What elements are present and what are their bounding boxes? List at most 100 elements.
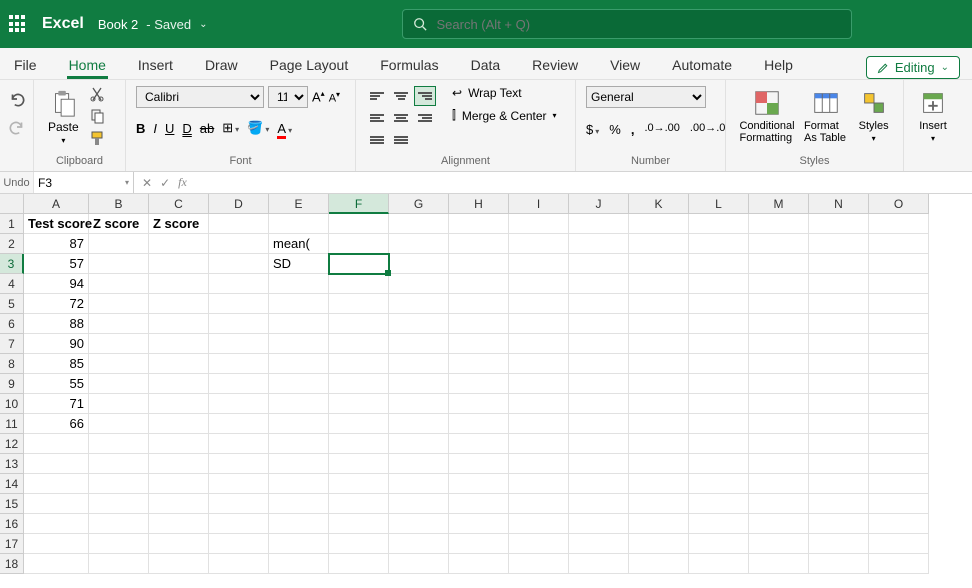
cell-K16[interactable] [629, 514, 689, 534]
cell-L2[interactable] [689, 234, 749, 254]
cell-I2[interactable] [509, 234, 569, 254]
row-header-7[interactable]: 7 [0, 334, 24, 354]
redo-icon[interactable] [8, 118, 26, 136]
cell-I18[interactable] [509, 554, 569, 574]
tab-insert[interactable]: Insert [136, 51, 175, 79]
cell-E6[interactable] [269, 314, 329, 334]
wrap-text-button[interactable]: ↩Wrap Text [452, 86, 557, 100]
cell-N11[interactable] [809, 414, 869, 434]
row-header-15[interactable]: 15 [0, 494, 24, 514]
row-header-6[interactable]: 6 [0, 314, 24, 334]
cell-H7[interactable] [449, 334, 509, 354]
cell-E15[interactable] [269, 494, 329, 514]
cell-H10[interactable] [449, 394, 509, 414]
comma-button[interactable]: , [631, 122, 635, 137]
cell-A15[interactable] [24, 494, 89, 514]
cell-D3[interactable] [209, 254, 269, 274]
row-header-18[interactable]: 18 [0, 554, 24, 574]
increase-font-icon[interactable]: A▴ [312, 89, 325, 104]
cell-C10[interactable] [149, 394, 209, 414]
conditional-formatting-button[interactable]: Conditional Formatting [736, 86, 798, 146]
cell-B6[interactable] [89, 314, 149, 334]
cell-H2[interactable] [449, 234, 509, 254]
cell-M7[interactable] [749, 334, 809, 354]
cell-F5[interactable] [329, 294, 389, 314]
cell-D12[interactable] [209, 434, 269, 454]
cell-C12[interactable] [149, 434, 209, 454]
cell-D6[interactable] [209, 314, 269, 334]
cell-K9[interactable] [629, 374, 689, 394]
increase-decimal-button[interactable]: .0→.00 [644, 122, 679, 137]
search-box[interactable] [402, 9, 852, 39]
cell-C4[interactable] [149, 274, 209, 294]
cell-I3[interactable] [509, 254, 569, 274]
cell-I13[interactable] [509, 454, 569, 474]
cell-A10[interactable]: 71 [24, 394, 89, 414]
cell-O1[interactable] [869, 214, 929, 234]
cell-L12[interactable] [689, 434, 749, 454]
cell-D1[interactable] [209, 214, 269, 234]
cell-J2[interactable] [569, 234, 629, 254]
underline-button[interactable]: U [165, 121, 174, 136]
cell-I16[interactable] [509, 514, 569, 534]
indent-increase[interactable] [390, 130, 412, 150]
cell-E2[interactable]: mean( [269, 234, 329, 254]
cell-C1[interactable]: Z score [149, 214, 209, 234]
cell-N14[interactable] [809, 474, 869, 494]
cell-G11[interactable] [389, 414, 449, 434]
italic-button[interactable]: I [153, 121, 157, 136]
cell-H8[interactable] [449, 354, 509, 374]
bold-button[interactable]: B [136, 121, 145, 136]
cell-B14[interactable] [89, 474, 149, 494]
cell-K11[interactable] [629, 414, 689, 434]
col-header-N[interactable]: N [809, 194, 869, 214]
cell-B15[interactable] [89, 494, 149, 514]
cell-M12[interactable] [749, 434, 809, 454]
cell-A11[interactable]: 66 [24, 414, 89, 434]
cell-A4[interactable]: 94 [24, 274, 89, 294]
search-input[interactable] [437, 17, 841, 32]
cell-J6[interactable] [569, 314, 629, 334]
cell-G12[interactable] [389, 434, 449, 454]
cell-B3[interactable] [89, 254, 149, 274]
cell-D13[interactable] [209, 454, 269, 474]
cell-D5[interactable] [209, 294, 269, 314]
cell-F4[interactable] [329, 274, 389, 294]
cell-C9[interactable] [149, 374, 209, 394]
editing-mode-button[interactable]: Editing ⌄ [866, 56, 960, 79]
cell-J15[interactable] [569, 494, 629, 514]
cell-E1[interactable] [269, 214, 329, 234]
cell-E13[interactable] [269, 454, 329, 474]
col-header-B[interactable]: B [89, 194, 149, 214]
col-header-C[interactable]: C [149, 194, 209, 214]
cell-D16[interactable] [209, 514, 269, 534]
cell-N4[interactable] [809, 274, 869, 294]
cell-G2[interactable] [389, 234, 449, 254]
cell-E14[interactable] [269, 474, 329, 494]
font-size-select[interactable]: 11 [268, 86, 308, 108]
cell-K7[interactable] [629, 334, 689, 354]
cell-L3[interactable] [689, 254, 749, 274]
cell-A6[interactable]: 88 [24, 314, 89, 334]
cell-B7[interactable] [89, 334, 149, 354]
cell-L17[interactable] [689, 534, 749, 554]
cell-L7[interactable] [689, 334, 749, 354]
cell-K3[interactable] [629, 254, 689, 274]
cell-H17[interactable] [449, 534, 509, 554]
cell-O15[interactable] [869, 494, 929, 514]
cell-A8[interactable]: 85 [24, 354, 89, 374]
cell-N9[interactable] [809, 374, 869, 394]
cell-E18[interactable] [269, 554, 329, 574]
cell-K10[interactable] [629, 394, 689, 414]
cell-D2[interactable] [209, 234, 269, 254]
cell-E8[interactable] [269, 354, 329, 374]
cell-K12[interactable] [629, 434, 689, 454]
percent-button[interactable]: % [609, 122, 621, 137]
row-header-2[interactable]: 2 [0, 234, 24, 254]
tab-formulas[interactable]: Formulas [378, 51, 440, 79]
cell-C5[interactable] [149, 294, 209, 314]
cell-J11[interactable] [569, 414, 629, 434]
font-name-select[interactable]: Calibri [136, 86, 264, 108]
cell-O18[interactable] [869, 554, 929, 574]
cell-I4[interactable] [509, 274, 569, 294]
